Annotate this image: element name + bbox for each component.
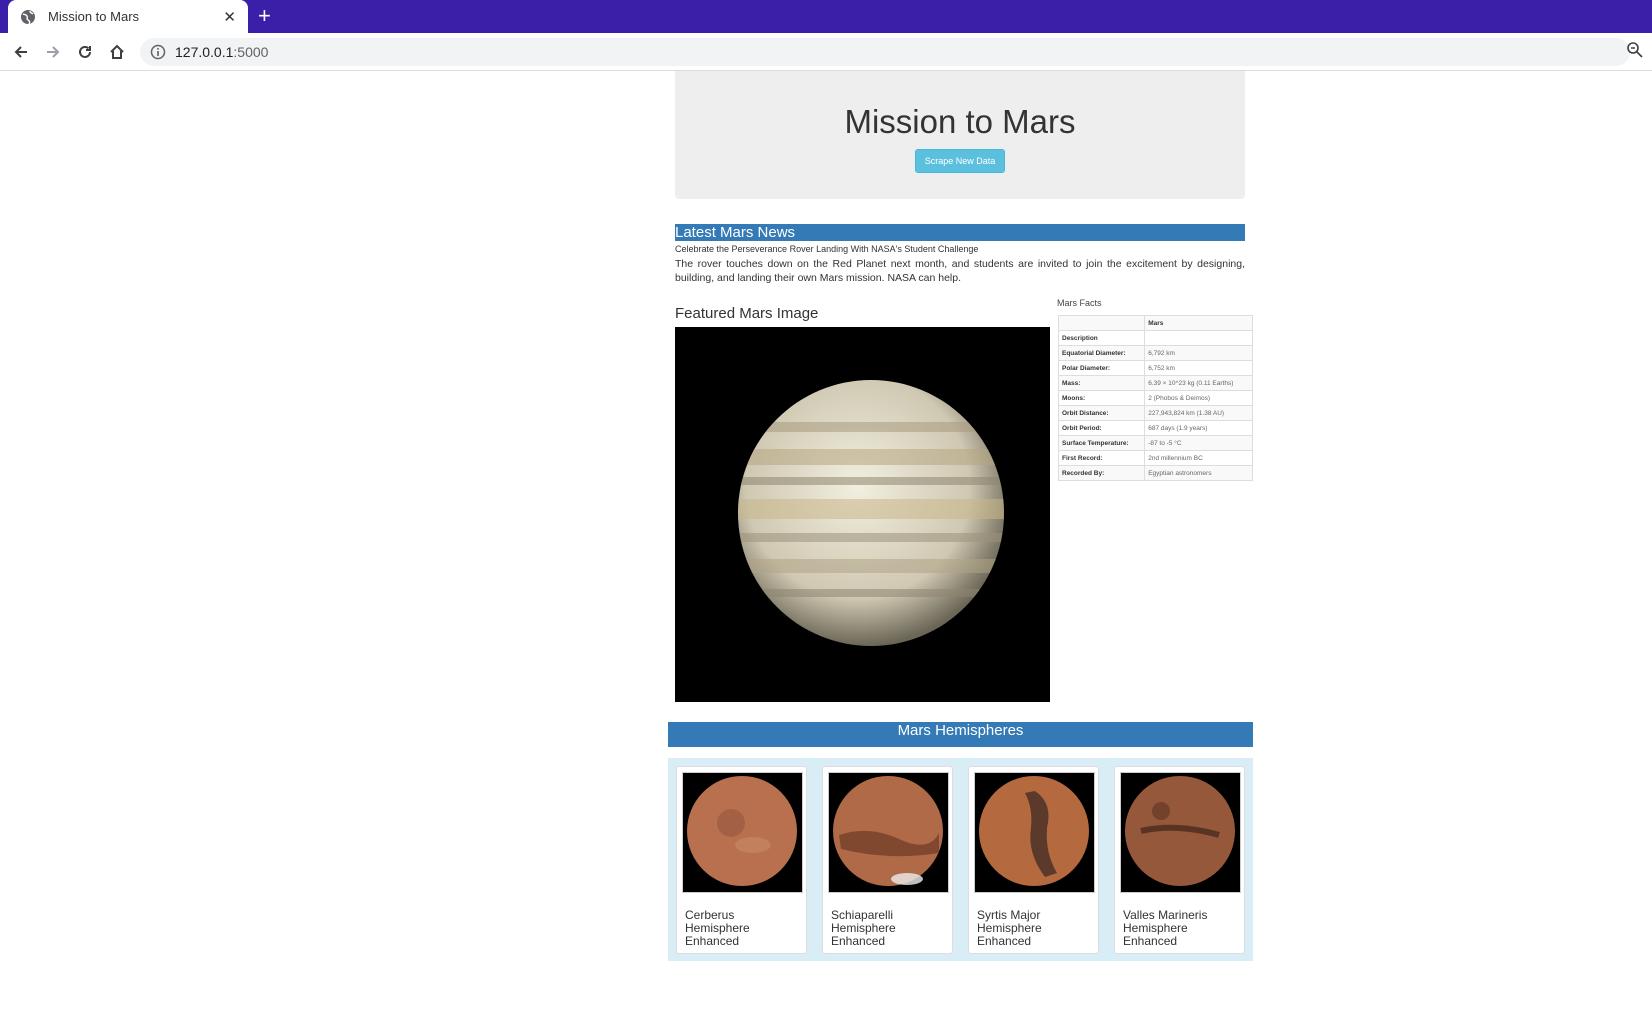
- hemisphere-title[interactable]: Syrtis Major Hemisphere Enhanced: [977, 909, 1092, 948]
- hemisphere-image[interactable]: [682, 772, 803, 893]
- featured-image-heading: Featured Mars Image: [675, 305, 819, 322]
- tab-title: Mission to Mars: [48, 9, 140, 24]
- fact-value: 227,943,824 km (1.38 AU): [1144, 405, 1253, 421]
- table-row: Recorded By: Egyptian astronomers: [1057, 465, 1253, 481]
- hemisphere-card-cerberus[interactable]: Cerberus Hemisphere Enhanced: [676, 766, 807, 954]
- hemispheres-panel: Cerberus Hemisphere Enhanced Schiaparell…: [668, 758, 1253, 961]
- back-icon[interactable]: [10, 41, 32, 63]
- hemisphere-image[interactable]: [828, 772, 949, 893]
- page-title: Mission to Mars: [844, 103, 1076, 140]
- hemisphere-card-syrtis-major[interactable]: Syrtis Major Hemisphere Enhanced: [968, 766, 1099, 954]
- url-text: 127.0.0.1:5000: [175, 44, 268, 60]
- jumbotron: Mission to Mars Scrape New Data: [675, 71, 1245, 199]
- table-row: Orbit Distance: 227,943,824 km (1.38 AU): [1057, 405, 1253, 421]
- table-corner-cell: [1057, 315, 1146, 331]
- fact-label: Moons:: [1057, 390, 1146, 406]
- table-row: Description: [1057, 330, 1253, 346]
- table-row: Polar Diameter: 6,752 km: [1057, 360, 1253, 376]
- zoom-icon[interactable]: [1626, 41, 1644, 59]
- fact-label: Surface Temperature:: [1057, 435, 1146, 451]
- news-title: Celebrate the Perseverance Rover Landing…: [675, 244, 979, 254]
- fact-value: 6.39 × 10^23 kg (0.11 Earths): [1144, 375, 1253, 391]
- hemisphere-card-valles-marineris[interactable]: Valles Marineris Hemisphere Enhanced: [1114, 766, 1245, 954]
- facts-caption: Mars Facts: [1057, 298, 1102, 308]
- fact-label: Equatorial Diameter:: [1057, 345, 1146, 361]
- browser-tab[interactable]: Mission to Mars ✕: [8, 0, 248, 33]
- address-bar[interactable]: 127.0.0.1:5000: [140, 38, 1630, 66]
- fact-value: 6,792 km: [1144, 345, 1253, 361]
- fact-label: Orbit Period:: [1057, 420, 1146, 436]
- fact-label: Recorded By:: [1057, 465, 1146, 481]
- fact-label: Mass:: [1057, 375, 1146, 391]
- hemisphere-title[interactable]: Schiaparelli Hemisphere Enhanced: [831, 909, 946, 948]
- home-icon[interactable]: [106, 41, 128, 63]
- news-paragraph: The rover touches down on the Red Planet…: [675, 258, 1245, 284]
- table-row: Surface Temperature: -87 to -5 °C: [1057, 435, 1253, 451]
- hemisphere-title[interactable]: Cerberus Hemisphere Enhanced: [685, 909, 800, 948]
- table-row: Orbit Period: 687 days (1.9 years): [1057, 420, 1253, 436]
- fact-label: First Record:: [1057, 450, 1146, 466]
- fact-value: 2nd millennium BC: [1144, 450, 1253, 466]
- fact-value: Egyptian astronomers: [1144, 465, 1253, 481]
- url-port: :5000: [233, 44, 269, 60]
- table-row: Equatorial Diameter: 6,792 km: [1057, 345, 1253, 361]
- close-tab-icon[interactable]: ✕: [223, 8, 236, 26]
- globe-icon: [21, 9, 35, 24]
- reload-icon[interactable]: [74, 41, 96, 63]
- forward-icon[interactable]: [42, 41, 64, 63]
- table-row: First Record: 2nd millennium BC: [1057, 450, 1253, 466]
- url-host: 127.0.0.1: [175, 44, 234, 60]
- page-content: Mission to Mars Scrape New Data Latest M…: [0, 71, 1652, 1015]
- fact-label: Orbit Distance:: [1057, 405, 1146, 421]
- fact-value: -87 to -5 °C: [1144, 435, 1253, 451]
- featured-image[interactable]: [675, 327, 1050, 702]
- fact-value: [1144, 330, 1253, 346]
- hemispheres-heading: Mars Hemispheres: [668, 722, 1253, 747]
- fact-value: 2 (Phobos & Deimos): [1144, 390, 1253, 406]
- scrape-new-data-button[interactable]: Scrape New Data: [914, 149, 1006, 173]
- hemisphere-image[interactable]: [1120, 772, 1241, 893]
- tab-strip: Mission to Mars ✕ +: [0, 0, 1652, 33]
- info-icon[interactable]: [150, 44, 166, 60]
- new-tab-icon[interactable]: +: [258, 5, 271, 27]
- hemisphere-title[interactable]: Valles Marineris Hemisphere Enhanced: [1123, 909, 1238, 948]
- fact-value: 6,752 km: [1144, 360, 1253, 376]
- fact-value: 687 days (1.9 years): [1144, 420, 1253, 436]
- fact-label: Polar Diameter:: [1057, 360, 1146, 376]
- news-heading: Latest Mars News: [675, 224, 1245, 241]
- hemisphere-card-schiaparelli[interactable]: Schiaparelli Hemisphere Enhanced: [822, 766, 953, 954]
- mars-facts-table: Mars Description Equatorial Diameter: 6,7…: [1057, 315, 1253, 481]
- table-row: Moons: 2 (Phobos & Deimos): [1057, 390, 1253, 406]
- hemisphere-image[interactable]: [974, 772, 1095, 893]
- table-column-header: Mars: [1144, 315, 1253, 331]
- fact-label: Description: [1057, 330, 1146, 346]
- table-row: Mass: 6.39 × 10^23 kg (0.11 Earths): [1057, 375, 1253, 391]
- table-header-row: Mars: [1057, 315, 1253, 331]
- browser-toolbar: 127.0.0.1:5000: [0, 33, 1652, 71]
